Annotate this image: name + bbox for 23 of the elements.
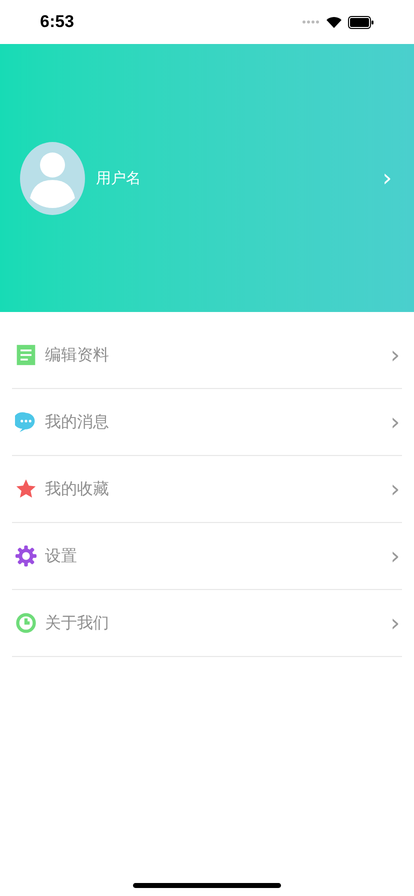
menu-label: 编辑资料 [45,344,110,366]
menu-label: 关于我们 [45,612,110,634]
menu-item[interactable]: 编辑资料 › [12,322,402,389]
chevron-icon: › [390,477,400,501]
signal-icon [302,20,320,24]
status-time: 6:53 [40,11,74,34]
menu-label: 我的收藏 [45,478,110,500]
chevron-icon: › [382,166,392,190]
chevron-icon: › [390,611,400,635]
profile-header[interactable]: 用户名 › [0,44,414,312]
menu-item[interactable]: 关于我们 › [12,590,402,657]
chevron-icon: › [390,410,400,434]
menu-item[interactable]: 设置 › [12,523,402,590]
menu-item[interactable]: 我的消息 › [12,389,402,456]
wifi-icon [326,16,342,28]
menu-label: 设置 [45,545,78,567]
chevron-icon: › [390,343,400,367]
username: 用户名 [96,168,142,189]
menu-label: 我的消息 [45,411,110,433]
avatar-icon [20,142,85,214]
chevron-icon: › [390,544,400,568]
menu-item[interactable]: 我的收藏 › [12,456,402,523]
battery-icon [348,16,374,28]
